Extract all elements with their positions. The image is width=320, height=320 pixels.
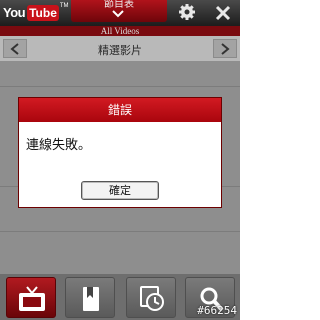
chevron-down-icon: [112, 10, 124, 18]
logo-you: You: [3, 5, 26, 20]
list-divider: [0, 231, 240, 232]
tab-favorites[interactable]: [65, 277, 115, 318]
list-divider: [0, 86, 240, 87]
watermark-id: #66254: [197, 304, 237, 317]
bookmark-icon: [83, 287, 99, 311]
menu-dropdown-button[interactable]: 節目表: [71, 0, 167, 22]
gear-icon[interactable]: [178, 3, 196, 21]
dialog-title: 錯誤: [19, 98, 221, 122]
close-icon[interactable]: [214, 4, 232, 22]
chevron-right-icon: [221, 43, 230, 55]
next-category-button[interactable]: [213, 39, 237, 58]
section-subtitle: All Videos: [0, 26, 240, 36]
top-bar: You Tube TM 節目表: [0, 0, 240, 26]
tv-icon: [19, 286, 45, 311]
chevron-left-icon: [10, 43, 19, 55]
logo-tm: TM: [59, 3, 69, 9]
history-icon: [140, 286, 164, 311]
prev-category-button[interactable]: [3, 39, 27, 58]
category-title: 精選影片: [98, 44, 142, 57]
logo-tube: Tube: [27, 4, 59, 21]
tab-history[interactable]: [126, 277, 176, 318]
category-nav: 精選影片: [0, 36, 240, 61]
tab-tv[interactable]: [6, 277, 56, 318]
error-dialog: 錯誤 連線失敗。 確定: [18, 97, 222, 208]
youtube-logo: You Tube TM: [3, 3, 69, 22]
ok-button[interactable]: 確定: [81, 181, 159, 200]
dialog-message: 連線失敗。: [26, 138, 92, 153]
